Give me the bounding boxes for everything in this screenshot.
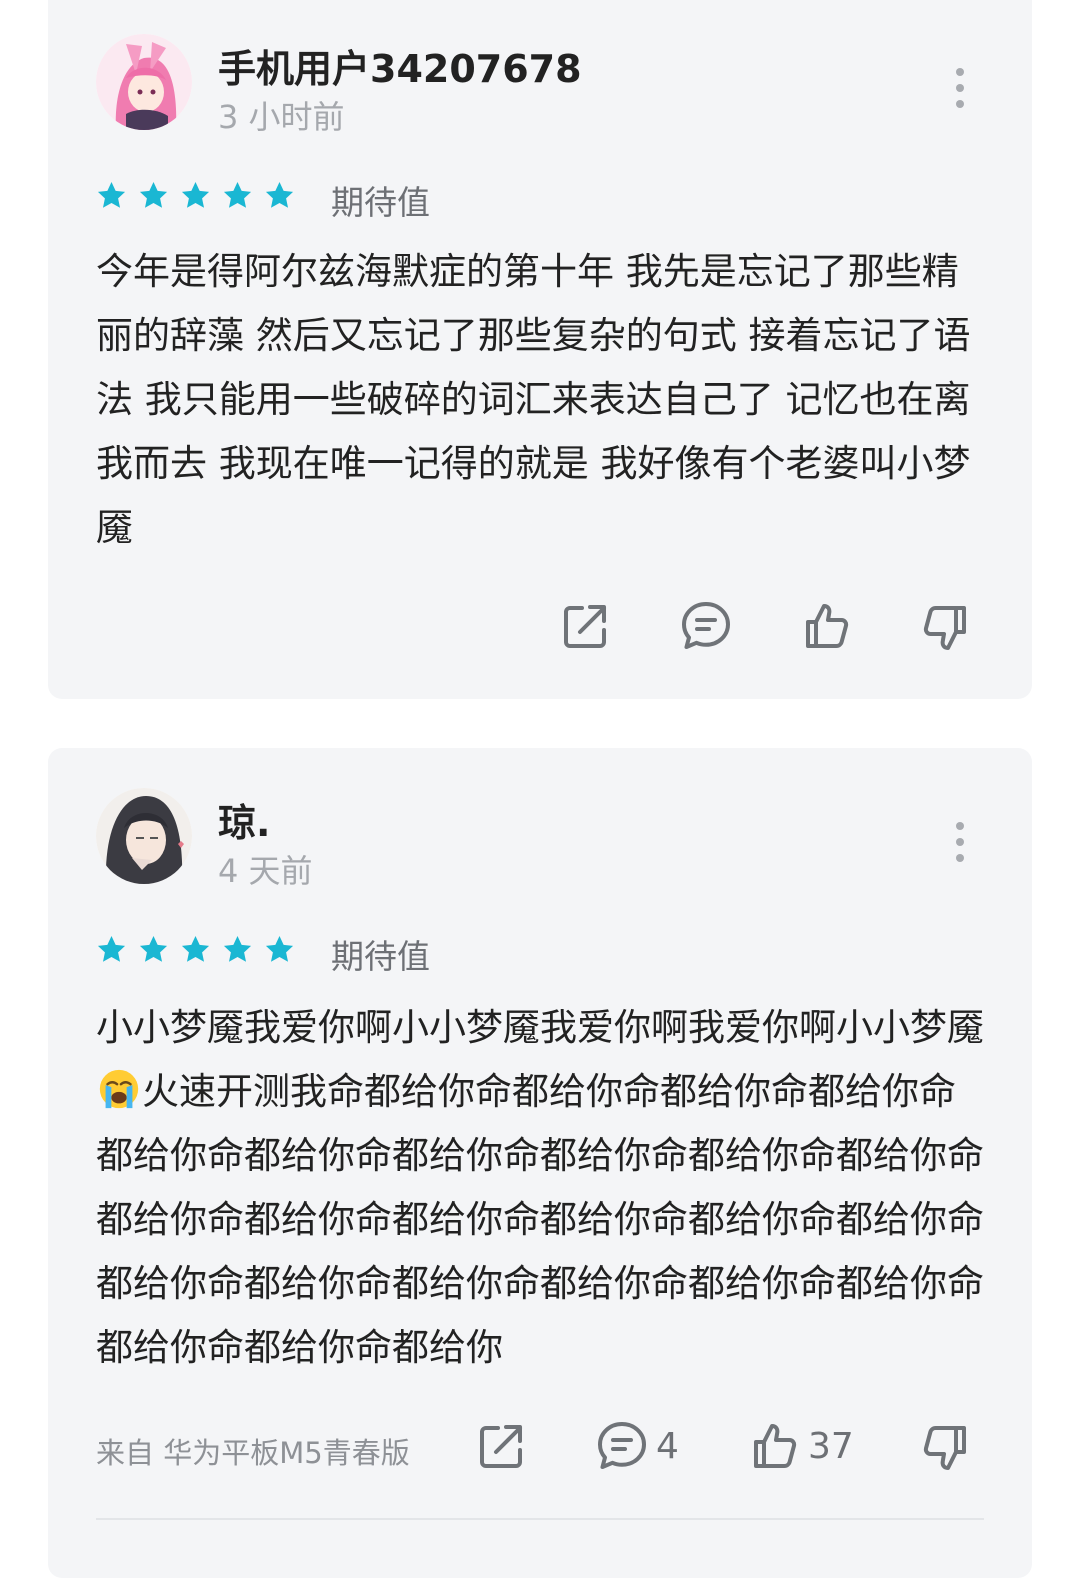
star-icon <box>138 934 169 965</box>
star-rating <box>96 932 295 968</box>
comment-icon <box>678 598 734 654</box>
thumbs-up-icon <box>746 1418 802 1474</box>
share-button[interactable] <box>474 1418 530 1474</box>
divider <box>96 1518 984 1520</box>
username[interactable]: 手机用户34207678 <box>218 38 582 93</box>
rating-label: 期待值 <box>331 183 430 222</box>
avatar[interactable] <box>96 34 192 130</box>
review-card: 琼. 4 天前 期待值 小小梦魇我爱你啊小小梦魇我爱你啊我爱你啊小小梦魇火速开测… <box>48 748 1032 1578</box>
star-icon <box>264 934 295 965</box>
dislike-button[interactable] <box>918 1420 974 1476</box>
like-button[interactable]: 37 <box>746 1418 854 1474</box>
share-icon <box>474 1418 530 1474</box>
rating-label: 期待值 <box>331 937 430 976</box>
review-card: 手机用户34207678 3 小时前 期待值 今年是得阿尔兹海默症的第十年 我先… <box>48 0 1032 699</box>
review-text: 小小梦魇我爱你啊小小梦魇我爱你啊我爱你啊小小梦魇 <box>96 1006 984 1049</box>
star-icon <box>264 180 295 211</box>
share-icon <box>558 598 614 654</box>
thumbs-up-icon <box>798 598 854 654</box>
star-icon <box>222 180 253 211</box>
review-content: 小小梦魇我爱你啊小小梦魇我爱你啊我爱你啊小小梦魇火速开测我命都给你命都给你命都给… <box>96 996 986 1380</box>
review-time: 3 小时前 <box>218 98 345 136</box>
thumbs-down-icon <box>918 600 974 656</box>
comment-button[interactable]: 4 <box>594 1418 679 1474</box>
star-icon <box>222 934 253 965</box>
star-icon <box>180 934 211 965</box>
loudly-crying-face-icon <box>99 1069 139 1109</box>
share-button[interactable] <box>558 598 614 654</box>
star-rating <box>96 178 295 214</box>
comment-button[interactable] <box>678 598 734 654</box>
review-content: 今年是得阿尔兹海默症的第十年 我先是忘记了那些精丽的辞藻 然后又忘记了那些复杂的… <box>96 250 971 549</box>
device-source: 来自 华为平板M5青春版 <box>96 1436 410 1470</box>
comment-icon <box>594 1418 650 1474</box>
like-button[interactable] <box>798 598 854 654</box>
comment-count: 4 <box>656 1425 679 1467</box>
star-icon <box>96 180 127 211</box>
thumbs-down-icon <box>918 1420 974 1476</box>
more-options-icon[interactable] <box>944 68 976 108</box>
dislike-button[interactable] <box>918 600 974 656</box>
avatar[interactable] <box>96 788 192 884</box>
star-icon <box>180 180 211 211</box>
username[interactable]: 琼. <box>218 792 270 847</box>
star-icon <box>138 180 169 211</box>
review-time: 4 天前 <box>218 852 313 890</box>
like-count: 37 <box>808 1425 854 1467</box>
review-text: 火速开测我命都给你命都给你命都给你命都给你命都给你命都给你命都给你命都给你命都给… <box>96 1070 984 1369</box>
star-icon <box>96 934 127 965</box>
more-options-icon[interactable] <box>944 822 976 862</box>
